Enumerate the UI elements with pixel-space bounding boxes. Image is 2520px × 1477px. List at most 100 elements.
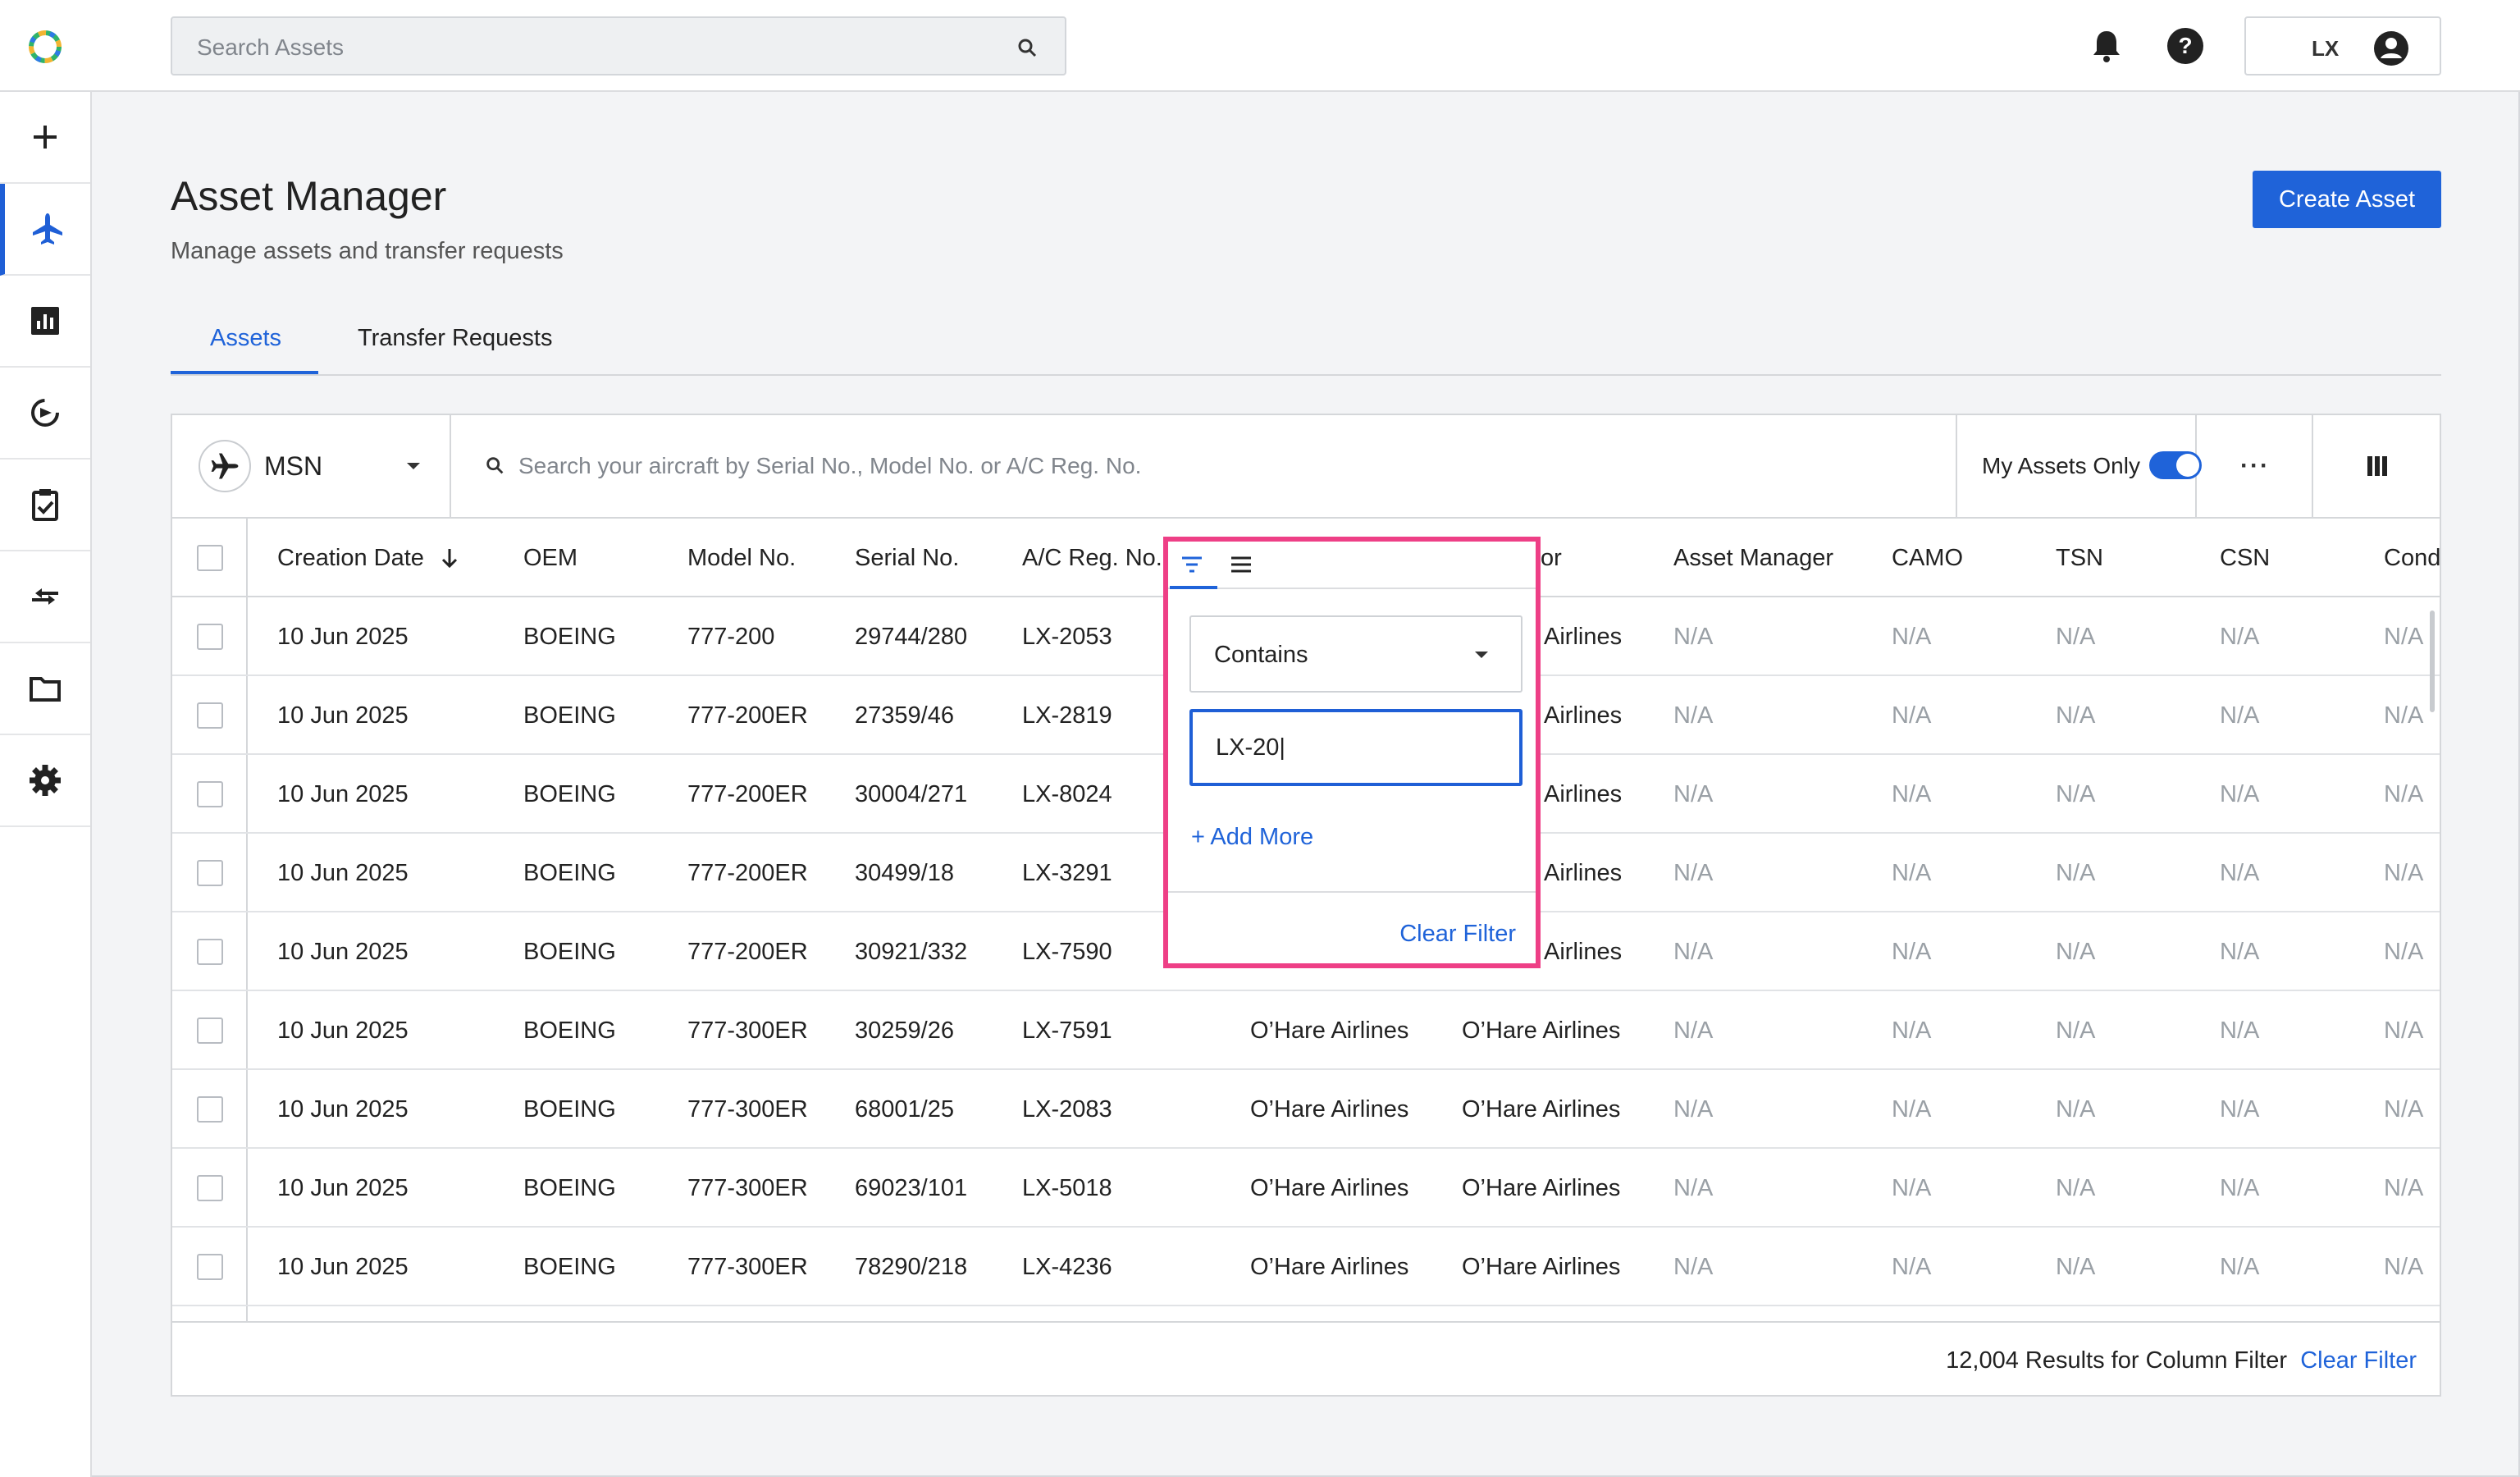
filter-popup-tabs	[1168, 542, 1536, 589]
toggle-knob	[2176, 454, 2199, 477]
search-icon[interactable]	[1016, 36, 1040, 61]
cell-creation-date: 10 Jun 2025	[277, 939, 409, 965]
more-options-button[interactable]: ···	[2198, 415, 2313, 517]
cell-model: 777-200	[687, 624, 775, 650]
sidebar-item-reports[interactable]	[0, 276, 90, 368]
clipboard-check-icon	[32, 489, 58, 521]
column-header-asset-manager[interactable]: Asset Manager	[1673, 545, 1833, 572]
help-icon[interactable]: ?	[2166, 26, 2205, 66]
sidebar-item-assets[interactable]	[0, 184, 90, 276]
tab-bar: Assets Transfer Requests	[171, 310, 2441, 376]
column-header-operator[interactable]: or	[1541, 545, 1562, 572]
plus-icon	[34, 126, 57, 149]
cell-tsn: N/A	[2056, 1096, 2096, 1123]
column-header-creation-date[interactable]: Creation Date	[277, 545, 459, 572]
tab-transfer-requests[interactable]: Transfer Requests	[358, 325, 552, 352]
cell-asset-manager: N/A	[1673, 860, 1714, 886]
user-menu-button[interactable]: LX	[2244, 16, 2441, 75]
cell-camo: N/A	[1892, 702, 1932, 729]
my-assets-toggle[interactable]	[2149, 451, 2202, 479]
column-header-cond[interactable]: Cond	[2384, 545, 2440, 572]
row-checkbox[interactable]	[197, 939, 223, 965]
column-header-camo[interactable]: CAMO	[1892, 545, 1963, 572]
row-checkbox[interactable]	[197, 860, 223, 886]
cell-camo: N/A	[1892, 1254, 1932, 1280]
cell-serial: 68001/25	[855, 1096, 954, 1123]
tab-assets[interactable]: Assets	[210, 325, 281, 352]
sidebar-item-transfers[interactable]	[0, 368, 90, 460]
cell-oem: BOEING	[523, 1096, 616, 1123]
create-asset-button[interactable]: Create Asset	[2253, 171, 2441, 228]
table-scrollbar[interactable]	[2430, 610, 2435, 712]
cell-operator: O’Hare Airlines	[1462, 1175, 1621, 1201]
cell-creation-date: 10 Jun 2025	[277, 781, 409, 807]
cell-operator: O’Hare Airlines	[1462, 1017, 1621, 1044]
add-more-button[interactable]: + Add More	[1191, 824, 1313, 851]
row-checkbox[interactable]	[197, 702, 223, 729]
column-header-oem[interactable]: OEM	[523, 545, 578, 572]
cell-model: 777-200ER	[687, 702, 808, 729]
cell-camo: N/A	[1892, 624, 1932, 650]
cell-asset-manager: N/A	[1673, 1096, 1714, 1123]
search-icon	[486, 457, 504, 474]
cell-cond: N/A	[2384, 1175, 2424, 1201]
sort-down-icon[interactable]	[441, 547, 459, 569]
cell-camo: N/A	[1892, 781, 1932, 807]
column-header-tsn[interactable]: TSN	[2056, 545, 2103, 572]
cell-reg: LX-3291	[1022, 860, 1112, 886]
cell-oem: BOEING	[523, 624, 616, 650]
cell-serial: 78290/218	[855, 1254, 968, 1280]
column-chooser-button[interactable]	[2315, 415, 2440, 517]
table-row[interactable]: 10 Jun 2025 BOEING 777-300ER 69023/101 LX-50…	[172, 1149, 2440, 1228]
row-checkbox[interactable]	[197, 1175, 223, 1201]
row-checkbox[interactable]	[197, 1096, 223, 1123]
table-row[interactable]: 10 Jun 2025 BOEING 777-300ER 78290/218 LX-42…	[172, 1228, 2440, 1306]
cell-cond: N/A	[2384, 1096, 2424, 1123]
cell-model: 777-300ER	[687, 1254, 808, 1280]
row-checkbox[interactable]	[197, 781, 223, 807]
airplane-icon	[33, 213, 62, 245]
cell-model: 777-300ER	[687, 1096, 808, 1123]
table-row[interactable]: 10 Jun 2025 BOEING 777-300ER 68001/25 LX-208…	[172, 1070, 2440, 1149]
sidebar-item-settings[interactable]	[0, 735, 90, 827]
asset-type-select[interactable]: MSN	[172, 415, 451, 517]
cell-csn: N/A	[2220, 1096, 2260, 1123]
cell-creation-date: 10 Jun 2025	[277, 1017, 409, 1044]
asset-search-input[interactable]: Search your aircraft by Serial No., Mode…	[453, 415, 1962, 517]
top-bar: Search Assets ? LX	[0, 0, 2520, 92]
popup-clear-filter-link[interactable]: Clear Filter	[1399, 921, 1516, 948]
footer-clear-filter-link[interactable]: Clear Filter	[2300, 1347, 2417, 1374]
column-header-model[interactable]: Model No.	[687, 545, 796, 572]
menu-lines-icon[interactable]	[1229, 553, 1253, 576]
table-row[interactable]: 10 Jun 2025 BOEING 777-300ER 30259/26 LX-759…	[172, 991, 2440, 1070]
table-toolbar: MSN Search your aircraft by Serial No., …	[172, 415, 2440, 519]
asset-search-placeholder: Search your aircraft by Serial No., Mode…	[518, 453, 1142, 478]
my-assets-label: My Assets Only	[1982, 453, 2140, 478]
bell-icon[interactable]	[2089, 28, 2125, 64]
cell-tsn: N/A	[2056, 702, 2096, 729]
logo-icon[interactable]	[25, 26, 66, 67]
cell-asset-manager: N/A	[1673, 781, 1714, 807]
cell-reg: LX-4236	[1022, 1254, 1112, 1280]
filter-value-input[interactable]	[1189, 709, 1522, 786]
cell-serial: 27359/46	[855, 702, 954, 729]
global-search-placeholder: Search Assets	[197, 34, 344, 60]
cell-asset-manager: N/A	[1673, 624, 1714, 650]
filter-icon[interactable]	[1180, 555, 1204, 574]
global-search-input[interactable]: Search Assets	[171, 16, 1066, 75]
column-header-csn[interactable]: CSN	[2220, 545, 2270, 572]
cell-owner: O’Hare Airlines	[1250, 1175, 1409, 1201]
sidebar-item-files[interactable]	[0, 643, 90, 735]
column-header-reg[interactable]: A/C Reg. No.	[1022, 545, 1162, 572]
cell-reg: LX-2819	[1022, 702, 1112, 729]
sidebar-item-tasks[interactable]	[0, 460, 90, 551]
filter-operator-select[interactable]: Contains	[1189, 615, 1522, 693]
row-checkbox[interactable]	[197, 624, 223, 650]
row-checkbox[interactable]	[197, 1017, 223, 1044]
sidebar-item-swap[interactable]	[0, 551, 90, 643]
row-checkbox[interactable]	[197, 1254, 223, 1280]
cell-csn: N/A	[2220, 702, 2260, 729]
column-header-serial[interactable]: Serial No.	[855, 545, 959, 572]
sidebar-item-add[interactable]	[0, 92, 90, 184]
cell-creation-date: 10 Jun 2025	[277, 860, 409, 886]
